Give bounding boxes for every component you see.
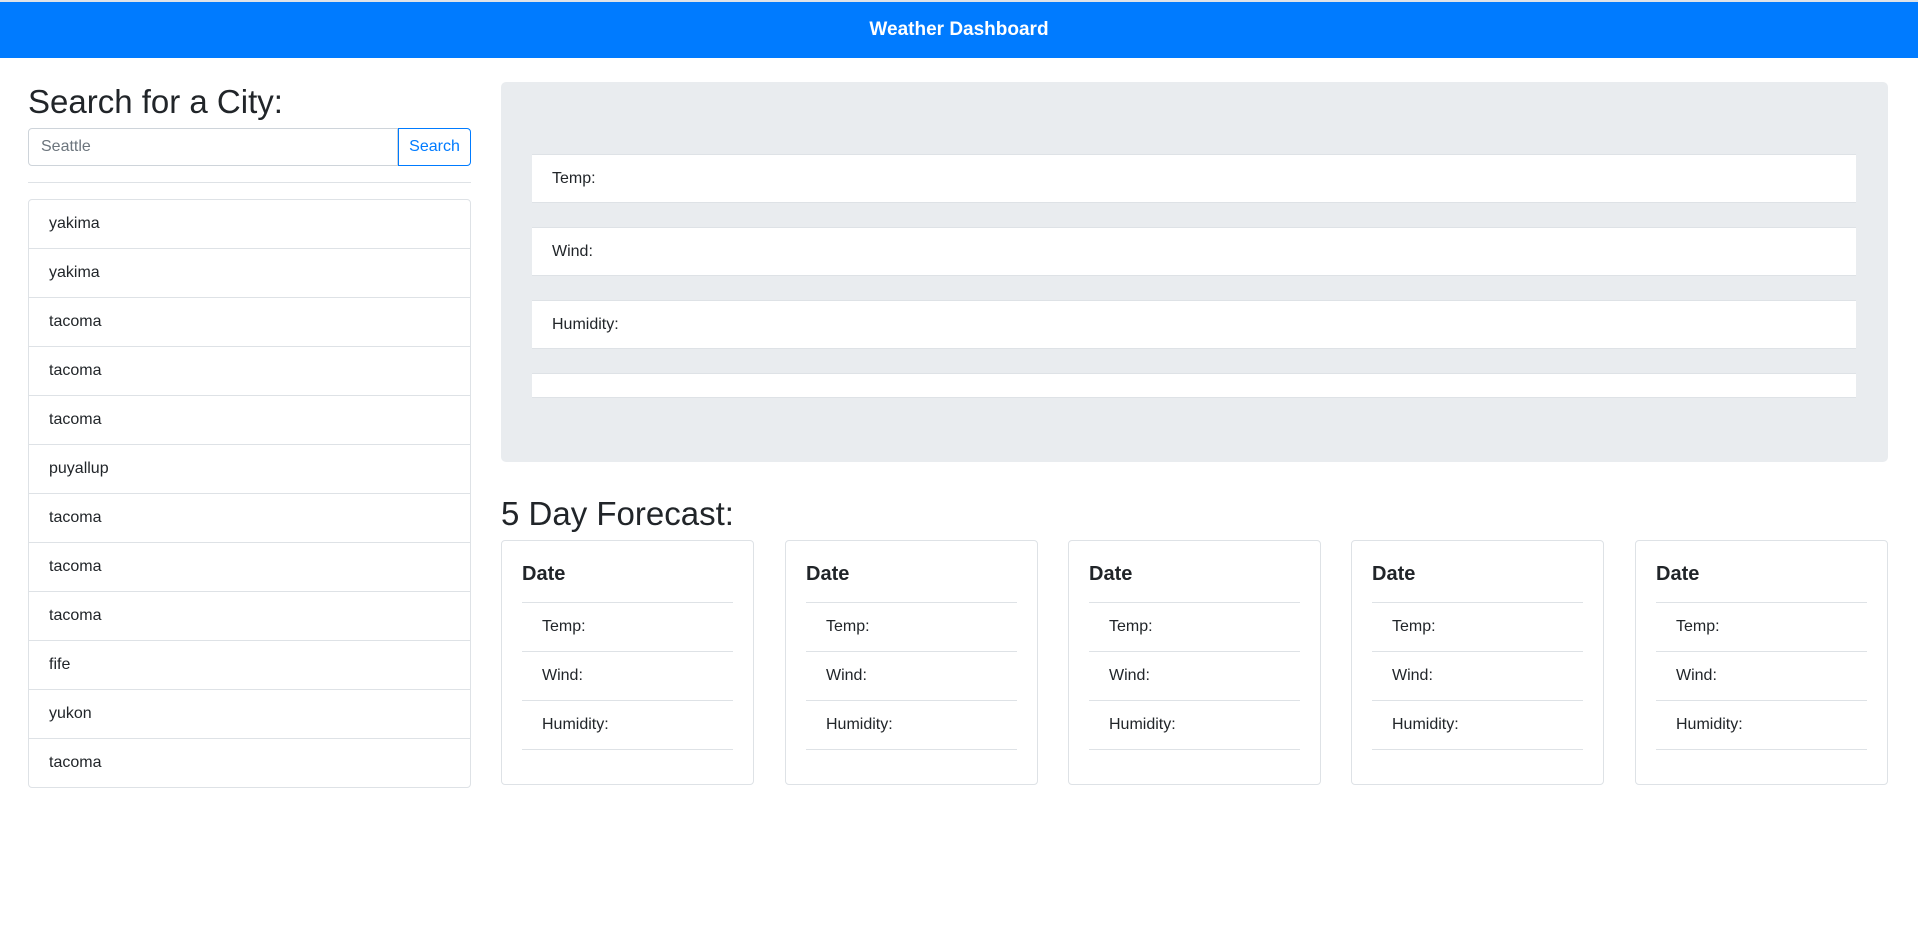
forecast-date: Date <box>522 541 733 603</box>
forecast-temp: Temp: <box>522 603 733 652</box>
forecast-date: Date <box>1372 541 1583 603</box>
forecast-date: Date <box>1656 541 1867 603</box>
app-header: Weather Dashboard <box>0 2 1918 58</box>
forecast-humidity: Humidity: <box>1372 701 1583 750</box>
forecast-temp: Temp: <box>806 603 1017 652</box>
history-item[interactable]: yakima <box>29 200 470 248</box>
current-temp: Temp: <box>532 154 1856 203</box>
city-search-input[interactable] <box>28 128 398 166</box>
forecast-wind: Wind: <box>1372 652 1583 701</box>
current-wind: Wind: <box>532 227 1856 276</box>
history-item[interactable]: tacoma <box>29 738 470 787</box>
search-history-list: yakima yakima tacoma tacoma tacoma puyallup ta… <box>28 199 471 788</box>
history-item[interactable]: tacoma <box>29 395 470 444</box>
search-group: Search <box>28 128 471 166</box>
search-button[interactable]: Search <box>398 128 471 166</box>
history-item[interactable]: tacoma <box>29 591 470 640</box>
search-column: Search for a City: Search yakimayakimata… <box>28 82 471 788</box>
forecast-card: Date Temp: Wind: Humidity: <box>785 540 1038 785</box>
history-item[interactable]: tacoma <box>29 297 470 346</box>
forecast-heading: 5 Day Forecast: <box>501 495 734 532</box>
forecast-card: Date Temp: Wind: Humidity: <box>1635 540 1888 785</box>
history-item[interactable]: yukon <box>29 689 470 738</box>
forecast-card: Date Temp: Wind: Humidity: <box>1351 540 1604 785</box>
current-uv-empty <box>532 373 1856 398</box>
forecast-card: Date Temp: Wind: Humidity: <box>501 540 754 785</box>
forecast-humidity: Humidity: <box>806 701 1017 750</box>
history-item[interactable]: tacoma <box>29 542 470 591</box>
current-humidity: Humidity: <box>532 300 1856 349</box>
forecast-humidity: Humidity: <box>1656 701 1867 750</box>
history-item[interactable]: fife <box>29 640 470 689</box>
current-weather-panel: Temp: Wind: Humidity: <box>501 82 1888 462</box>
divider <box>28 182 471 183</box>
forecast-temp: Temp: <box>1089 603 1300 652</box>
forecast-wind: Wind: <box>1089 652 1300 701</box>
forecast-card: Date Temp: Wind: Humidity: <box>1068 540 1321 785</box>
history-item[interactable]: tacoma <box>29 346 470 395</box>
forecast-temp: Temp: <box>1372 603 1583 652</box>
forecast-humidity: Humidity: <box>1089 701 1300 750</box>
forecast-wind: Wind: <box>522 652 733 701</box>
forecast-wind: Wind: <box>806 652 1017 701</box>
forecast-date: Date <box>1089 541 1300 603</box>
forecast-humidity: Humidity: <box>522 701 733 750</box>
forecast-wind: Wind: <box>1656 652 1867 701</box>
history-item[interactable]: tacoma <box>29 493 470 542</box>
forecast-temp: Temp: <box>1656 603 1867 652</box>
forecast-date: Date <box>806 541 1017 603</box>
history-item[interactable]: yakima <box>29 248 470 297</box>
search-heading: Search for a City: <box>28 83 283 120</box>
app-title: Weather Dashboard <box>869 19 1049 40</box>
history-item[interactable]: puyallup <box>29 444 470 493</box>
